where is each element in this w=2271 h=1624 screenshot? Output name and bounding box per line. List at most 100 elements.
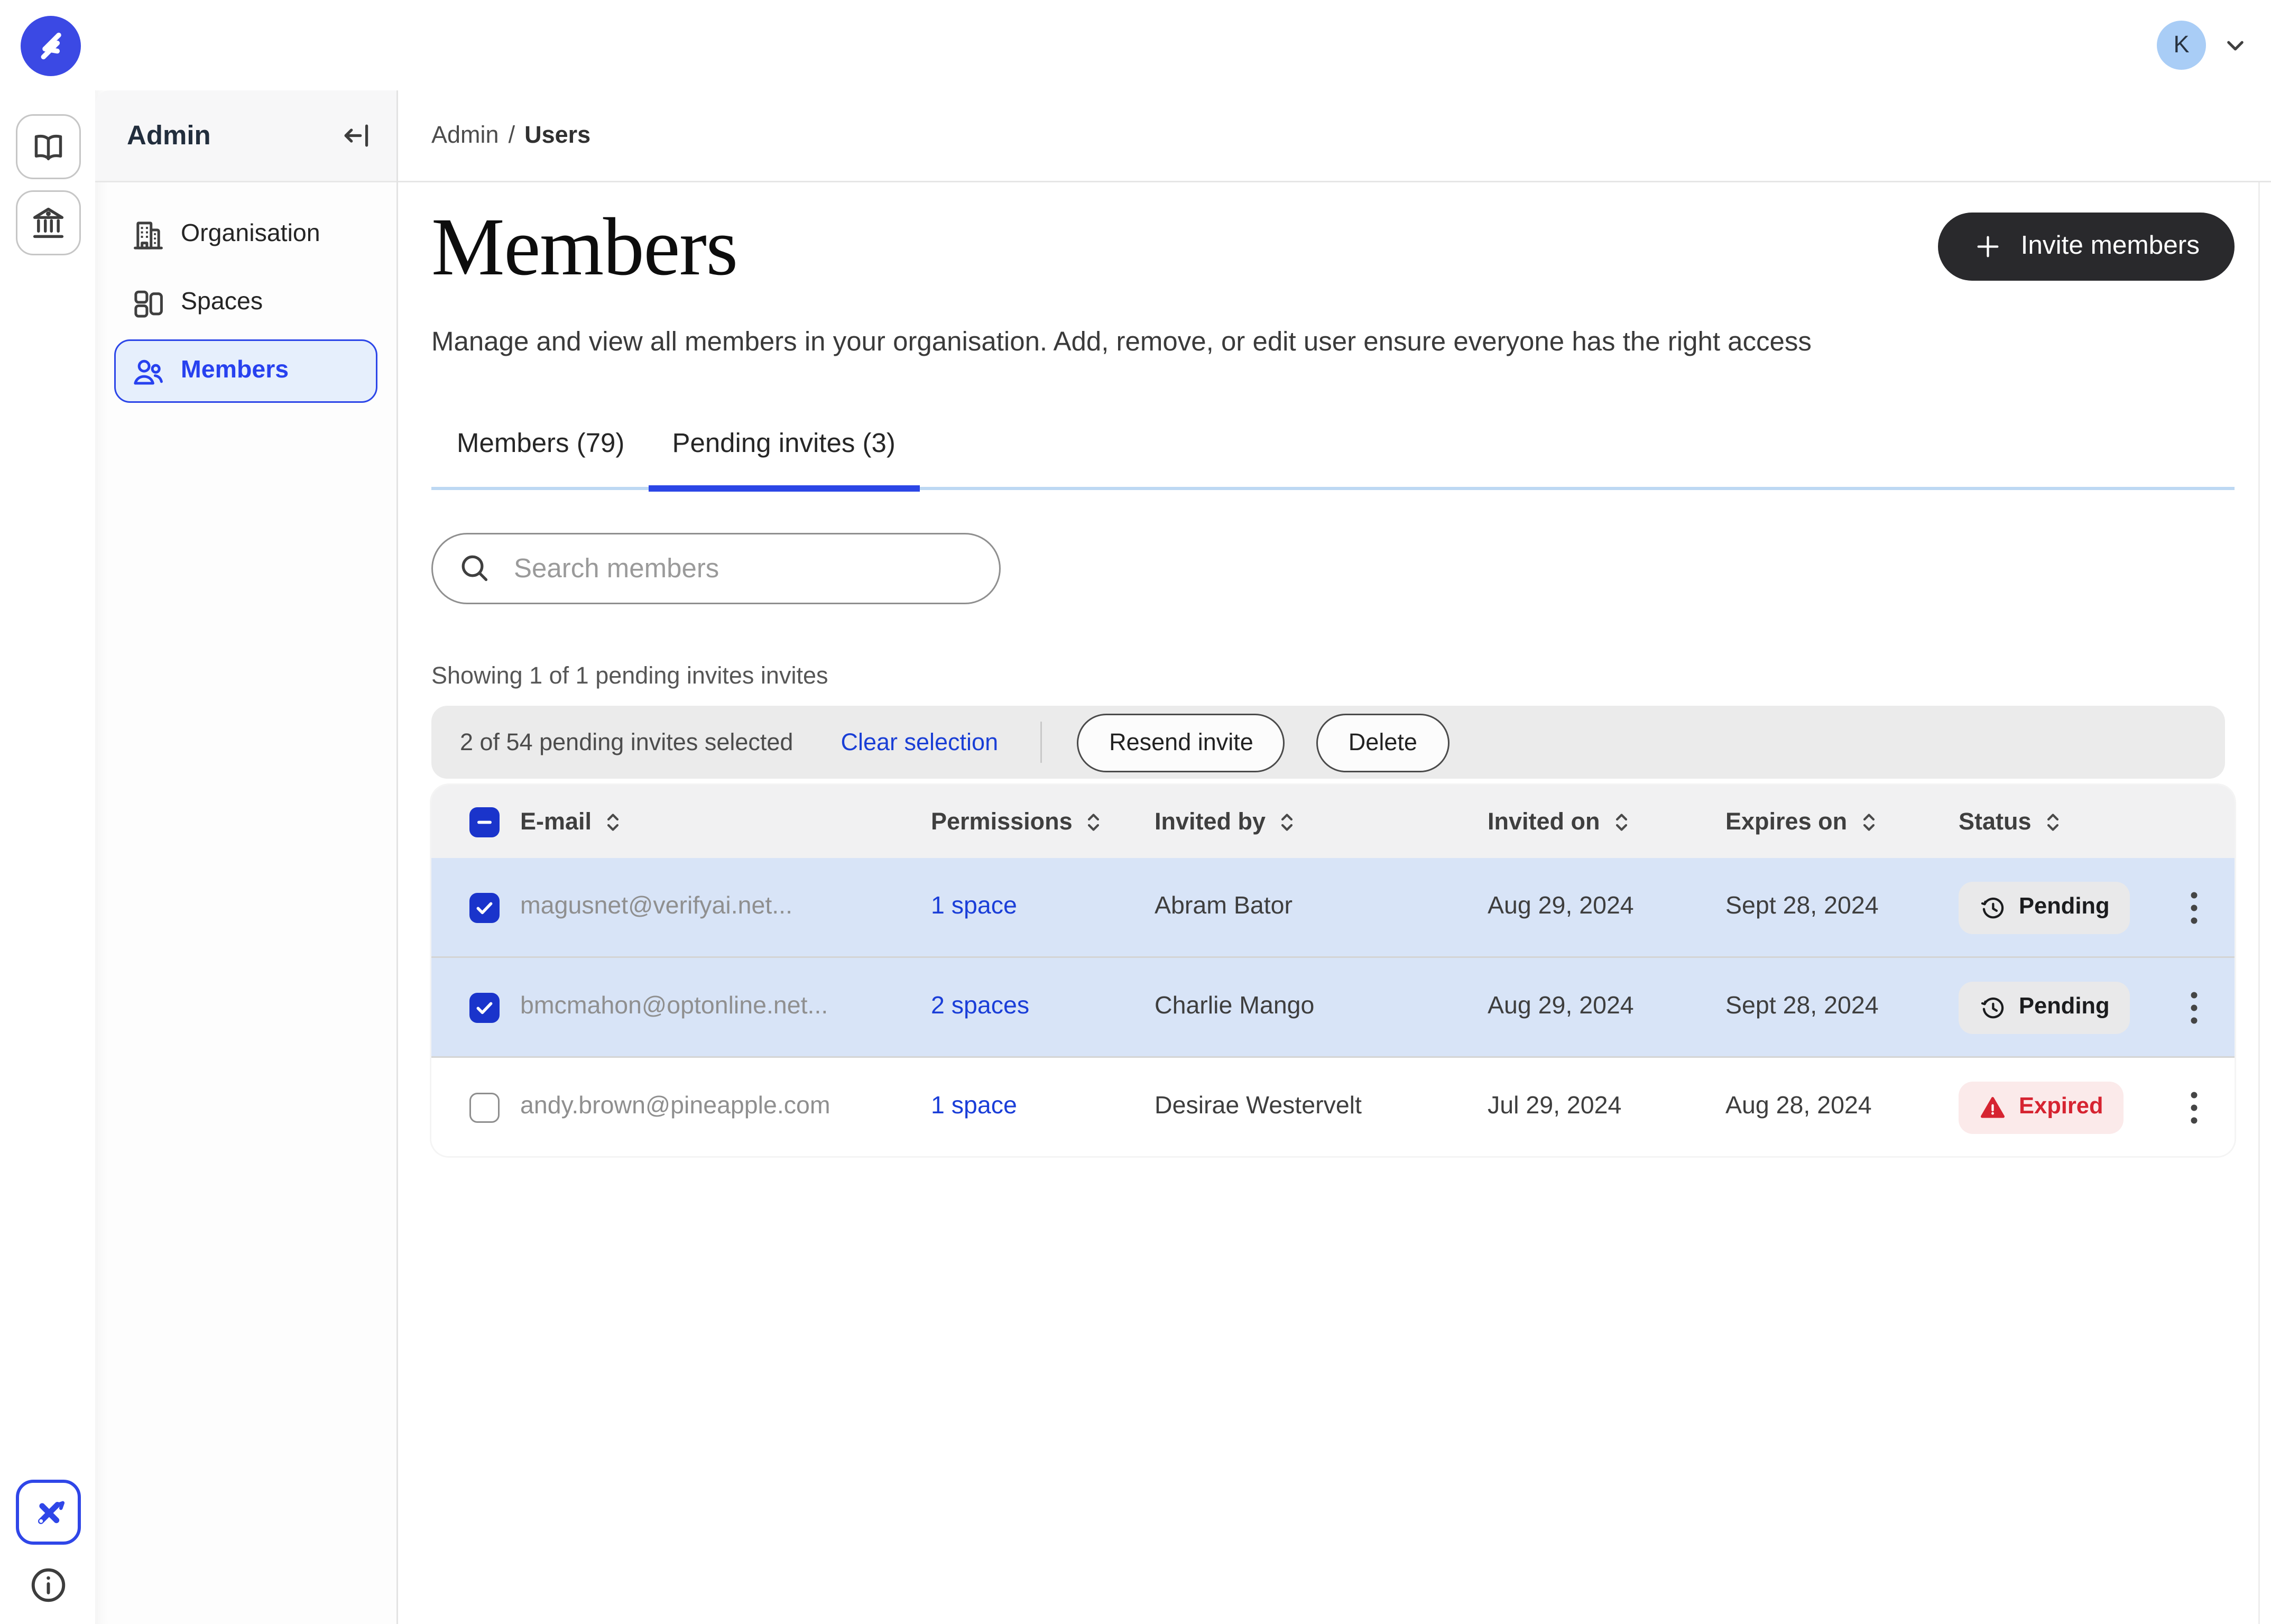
clock-pending-icon — [1979, 994, 2006, 1021]
sidebar-item-label: Spaces — [181, 289, 263, 317]
building-icon — [132, 218, 165, 252]
invite-members-button[interactable]: Invite members — [1938, 213, 2235, 281]
invited-on-cell: Jul 29, 2024 — [1488, 1093, 1725, 1121]
tools-icon — [30, 1493, 68, 1531]
row-menu-button[interactable] — [2152, 1081, 2235, 1133]
users-icon — [132, 355, 165, 388]
table-row: andy.brown@pineapple.com 1 space Desirae… — [431, 1056, 2235, 1156]
sort-icon — [1277, 811, 1297, 832]
column-header-email[interactable]: E-mail — [520, 808, 931, 835]
warning-triangle-icon — [1979, 1094, 2006, 1121]
table-header: E-mail Permissions Invited by Invited on — [431, 785, 2235, 858]
column-header-expires-on[interactable]: Expires on — [1725, 808, 1959, 835]
column-header-invited-on[interactable]: Invited on — [1488, 808, 1725, 835]
invited-on-cell: Aug 29, 2024 — [1488, 993, 1725, 1021]
collapse-sidebar-button[interactable] — [341, 119, 374, 152]
column-header-permissions[interactable]: Permissions — [931, 808, 1155, 835]
kebab-menu-icon — [2190, 891, 2198, 924]
search-members-box — [431, 533, 1001, 604]
toolbar-divider — [1041, 722, 1042, 763]
selection-count: 2 of 54 pending invites selected — [460, 729, 793, 756]
info-icon — [29, 1565, 68, 1605]
chevron-down-icon — [2222, 32, 2249, 59]
admin-sidebar: Admin — [95, 90, 398, 1624]
docs-button[interactable] — [16, 114, 81, 179]
sort-icon — [1858, 811, 1879, 832]
sidebar-item-organisation[interactable]: Organisation — [114, 203, 377, 266]
row-menu-button[interactable] — [2152, 981, 2235, 1034]
status-badge: Pending — [1959, 981, 2130, 1034]
admin-nav: Organisation Spaces — [95, 182, 396, 428]
row-checkbox[interactable] — [469, 892, 500, 922]
table-row: bmcmahon@optonline.net... 2 spaces Charl… — [431, 956, 2235, 1056]
row-menu-button[interactable] — [2152, 881, 2235, 934]
breadcrumb-users: Users — [524, 122, 590, 149]
breadcrumb-separator: / — [509, 122, 515, 149]
organisation-home-button[interactable] — [16, 190, 81, 255]
email-cell: magusnet@verifyai.net... — [520, 893, 931, 921]
tab-pending-invites[interactable]: Pending invites (3) — [648, 428, 919, 487]
collapse-sidebar-icon — [341, 119, 374, 152]
admin-sidebar-header: Admin — [95, 90, 396, 182]
sidebar-item-label: Members — [181, 357, 289, 385]
row-checkbox[interactable] — [469, 992, 500, 1022]
permissions-link[interactable]: 1 space — [931, 1093, 1155, 1121]
sidebar-item-spaces[interactable]: Spaces — [114, 271, 377, 335]
invited-by-cell: Charlie Mango — [1155, 993, 1488, 1021]
avatar: K — [2157, 21, 2206, 70]
spaces-icon — [132, 287, 165, 320]
page-content: Members Invite members Manage and view a… — [398, 205, 2271, 1156]
tab-bar: Members (79) Pending invites (3) — [431, 428, 2235, 490]
clock-pending-icon — [1979, 894, 2006, 921]
main-panel: Admin / Users Members Invite members Man… — [398, 90, 2271, 1624]
column-header-status[interactable]: Status — [1959, 808, 2152, 835]
email-cell: andy.brown@pineapple.com — [520, 1093, 931, 1121]
sort-icon — [1084, 811, 1104, 832]
sort-icon — [2043, 811, 2063, 832]
search-icon — [458, 552, 492, 585]
check-icon — [474, 997, 495, 1018]
info-button[interactable] — [29, 1565, 68, 1605]
permissions-link[interactable]: 2 spaces — [931, 993, 1155, 1021]
sidebar-item-label: Organisation — [181, 220, 320, 249]
sidebar-item-members[interactable]: Members — [114, 339, 377, 403]
sort-icon — [1611, 811, 1632, 832]
avatar-initial: K — [2173, 32, 2189, 59]
invited-by-cell: Abram Bator — [1155, 893, 1488, 921]
status-badge: Pending — [1959, 881, 2130, 934]
invited-on-cell: Aug 29, 2024 — [1488, 893, 1725, 921]
expires-on-cell: Sept 28, 2024 — [1725, 993, 1959, 1021]
dev-tools-button[interactable] — [16, 1480, 81, 1545]
resend-invite-button[interactable]: Resend invite — [1077, 713, 1285, 772]
pending-invites-table: E-mail Permissions Invited by Invited on — [431, 785, 2235, 1156]
row-checkbox[interactable] — [469, 1092, 500, 1122]
results-summary: Showing 1 of 1 pending invites invites — [431, 663, 2235, 690]
breadcrumb: Admin / Users — [398, 90, 2271, 182]
delete-button[interactable]: Delete — [1317, 713, 1449, 772]
clear-selection-link[interactable]: Clear selection — [841, 729, 998, 756]
page-description: Manage and view all members in your orga… — [431, 327, 2235, 358]
search-input[interactable] — [511, 551, 974, 586]
kebab-menu-icon — [2190, 1091, 2198, 1124]
permissions-link[interactable]: 1 space — [931, 893, 1155, 921]
book-open-icon — [30, 128, 67, 165]
account-menu[interactable]: K — [2157, 21, 2249, 70]
page-title: Members — [431, 205, 737, 292]
tab-members[interactable]: Members (79) — [431, 428, 648, 487]
indeterminate-icon — [474, 811, 495, 832]
table-row: magusnet@verifyai.net... 1 space Abram B… — [431, 858, 2235, 956]
select-all-checkbox[interactable] — [469, 807, 500, 837]
email-cell: bmcmahon@optonline.net... — [520, 993, 931, 1021]
expires-on-cell: Sept 28, 2024 — [1725, 893, 1959, 921]
bank-icon — [30, 205, 67, 241]
breadcrumb-admin[interactable]: Admin — [431, 122, 499, 149]
admin-sidebar-title: Admin — [127, 120, 341, 152]
icon-rail — [0, 90, 95, 1624]
brand-logo[interactable] — [21, 16, 81, 76]
status-badge: Expired — [1959, 1081, 2124, 1133]
sort-icon — [603, 811, 623, 832]
lightning-icon — [33, 29, 68, 63]
top-bar: K — [0, 0, 2271, 90]
column-header-invited-by[interactable]: Invited by — [1155, 808, 1488, 835]
invited-by-cell: Desirae Westervelt — [1155, 1093, 1488, 1121]
